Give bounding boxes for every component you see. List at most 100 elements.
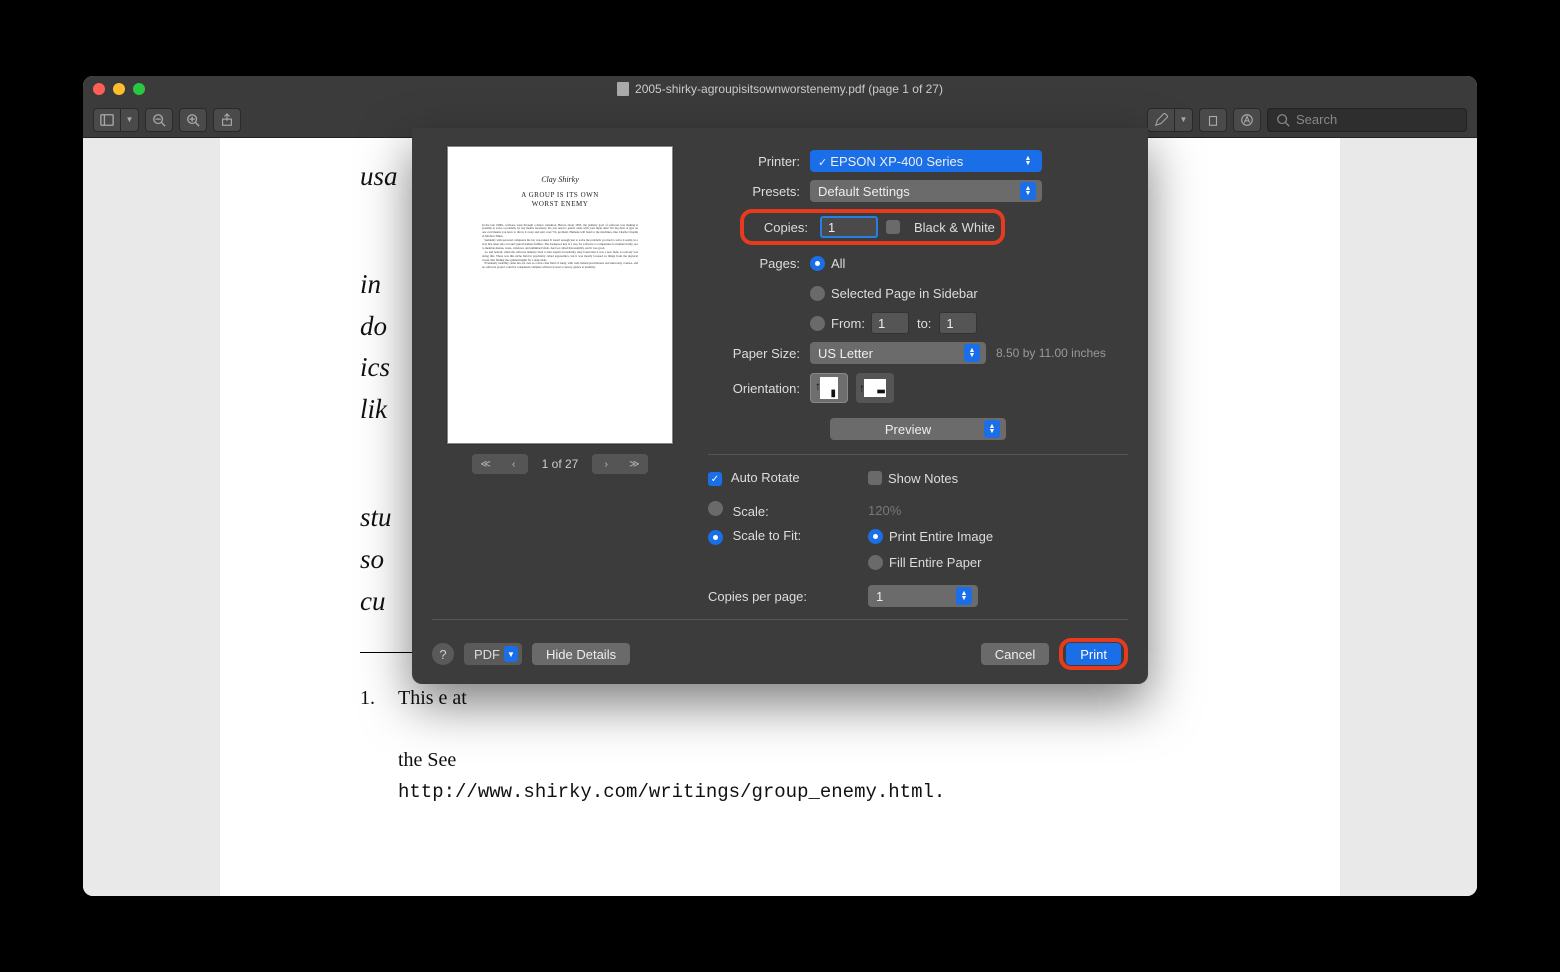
copies-label: Copies: — [750, 220, 812, 235]
print-preview-column: Clay Shirky A GROUP IS ITS OWNWORST ENEM… — [432, 146, 688, 609]
search-input[interactable]: Search — [1267, 108, 1467, 132]
footnote: 1. This e at the See — [360, 683, 1200, 807]
markup-button[interactable] — [1233, 108, 1261, 132]
shownotes-label: Show Notes — [888, 471, 958, 486]
rotate-button[interactable] — [1199, 108, 1227, 132]
landscape-icon: ↑▮ — [864, 379, 886, 397]
scalefit-label: Scale to Fit: — [733, 528, 802, 543]
highlight-button[interactable] — [1147, 108, 1175, 132]
orientation-label: Orientation: — [708, 381, 810, 396]
shownotes-checkbox[interactable] — [868, 471, 882, 485]
fill-paper-label: Fill Entire Paper — [889, 555, 981, 570]
updown-icon: ▲▼ — [956, 587, 972, 605]
dialog-footer: ? PDF ▼ Hide Details Cancel Print — [432, 638, 1128, 670]
zoom-in-button[interactable] — [179, 108, 207, 132]
highlight-group: ▼ — [1147, 108, 1193, 132]
scale-label: Scale: — [733, 504, 769, 519]
rotate-icon — [1206, 113, 1220, 127]
window-title-text: 2005-shirky-agroupisitsownworstenemy.pdf… — [635, 82, 943, 96]
orientation-portrait-button[interactable]: ↑▮ — [810, 373, 848, 403]
pdf-menu-button[interactable]: PDF ▼ — [464, 643, 522, 665]
titlebar: 2005-shirky-agroupisitsownworstenemy.pdf… — [83, 76, 1477, 102]
papersize-label: Paper Size: — [708, 346, 810, 361]
search-placeholder: Search — [1296, 112, 1337, 127]
presets-select[interactable]: Default Settings ▲▼ — [810, 180, 1042, 202]
minimize-window-button[interactable] — [113, 83, 125, 95]
print-button[interactable]: Print — [1066, 643, 1121, 665]
copies-per-page-select[interactable]: 1 ▲▼ — [868, 585, 978, 607]
orientation-landscape-button[interactable]: ↑▮ — [856, 373, 894, 403]
section-select[interactable]: Preview ▲▼ — [830, 418, 1006, 440]
scalefit-radio[interactable] — [708, 530, 723, 545]
zoom-window-button[interactable] — [133, 83, 145, 95]
chevron-down-icon: ▼ — [126, 115, 134, 124]
pencil-icon — [1154, 113, 1168, 127]
pages-all-label: All — [831, 256, 845, 271]
printer-select[interactable]: EPSON XP-400 Series ▲▼ — [810, 150, 1042, 172]
chevron-down-icon: ▼ — [504, 646, 518, 662]
prev-page-button[interactable]: ‹ — [500, 454, 528, 474]
updown-icon: ▲▼ — [1020, 152, 1036, 170]
cancel-button[interactable]: Cancel — [981, 643, 1049, 665]
preview-title: A GROUP IS ITS OWNWORST ENEMY — [521, 191, 599, 209]
autorotate-checkbox[interactable]: ✓ — [708, 472, 722, 486]
paper-dimensions: 8.50 by 11.00 inches — [996, 346, 1106, 360]
print-options: Printer: EPSON XP-400 Series ▲▼ Presets:… — [708, 146, 1128, 609]
autorotate-label: Auto Rotate — [731, 470, 800, 485]
presets-value: Default Settings — [818, 184, 910, 199]
bw-checkbox[interactable] — [886, 220, 900, 234]
portrait-icon: ↑▮ — [820, 377, 838, 399]
divider — [708, 454, 1128, 455]
copies-highlight: Copies: 1 Black & White — [740, 209, 1005, 245]
copies-per-page-value: 1 — [876, 589, 883, 604]
print-preview-page: Clay Shirky A GROUP IS ITS OWNWORST ENEM… — [447, 146, 673, 444]
sidebar-icon — [100, 113, 114, 127]
pages-from-radio[interactable] — [810, 316, 825, 331]
updown-icon: ▲▼ — [1020, 182, 1036, 200]
footnote-text: This e at the See http://www.sh — [398, 683, 1200, 807]
copies-input[interactable]: 1 — [820, 216, 878, 238]
highlight-menu-button[interactable]: ▼ — [1175, 108, 1193, 132]
help-button[interactable]: ? — [432, 643, 454, 665]
window-title: 2005-shirky-agroupisitsownworstenemy.pdf… — [83, 82, 1477, 96]
share-button[interactable] — [213, 108, 241, 132]
print-entire-radio[interactable] — [868, 529, 883, 544]
pages-selected-radio[interactable] — [810, 286, 825, 301]
pages-all-radio[interactable] — [810, 256, 825, 271]
page-indicator: 1 of 27 — [536, 457, 585, 471]
preview-author: Clay Shirky — [541, 175, 579, 185]
app-window: 2005-shirky-agroupisitsownworstenemy.pdf… — [83, 76, 1477, 896]
scale-value: 120% — [868, 503, 901, 518]
preview-pagination: ≪ ‹ 1 of 27 › ≫ — [472, 454, 649, 474]
window-controls — [93, 83, 145, 95]
bw-label: Black & White — [914, 220, 995, 235]
share-icon — [220, 113, 234, 127]
print-entire-label: Print Entire Image — [889, 529, 993, 544]
sidebar-menu-button[interactable]: ▼ — [121, 108, 139, 132]
section-value: Preview — [838, 422, 978, 437]
hide-details-button[interactable]: Hide Details — [532, 643, 630, 665]
markup-icon — [1240, 113, 1254, 127]
preview-body: In the late 1990s, software went through… — [482, 224, 638, 271]
sidebar-toggle-group: ▼ — [93, 108, 139, 132]
copies-per-page-label: Copies per page: — [708, 589, 868, 604]
search-icon — [1276, 113, 1290, 127]
pages-label: Pages: — [708, 256, 810, 271]
pages-selected-label: Selected Page in Sidebar — [831, 286, 978, 301]
next-page-button[interactable]: › — [592, 454, 620, 474]
first-page-button[interactable]: ≪ — [472, 454, 500, 474]
papersize-select[interactable]: US Letter ▲▼ — [810, 342, 986, 364]
footnote-number: 1. — [360, 683, 380, 807]
scale-radio[interactable] — [708, 501, 723, 516]
zoom-in-icon — [186, 113, 200, 127]
fill-paper-radio[interactable] — [868, 555, 883, 570]
pages-to-input[interactable]: 1 — [939, 312, 977, 334]
zoom-out-button[interactable] — [145, 108, 173, 132]
sidebar-toggle-button[interactable] — [93, 108, 121, 132]
last-page-button[interactable]: ≫ — [620, 454, 648, 474]
pages-from-input[interactable]: 1 — [871, 312, 909, 334]
printer-label: Printer: — [708, 154, 810, 169]
close-window-button[interactable] — [93, 83, 105, 95]
pages-to-label: to: — [909, 316, 939, 331]
chevron-down-icon: ▼ — [1180, 115, 1188, 124]
